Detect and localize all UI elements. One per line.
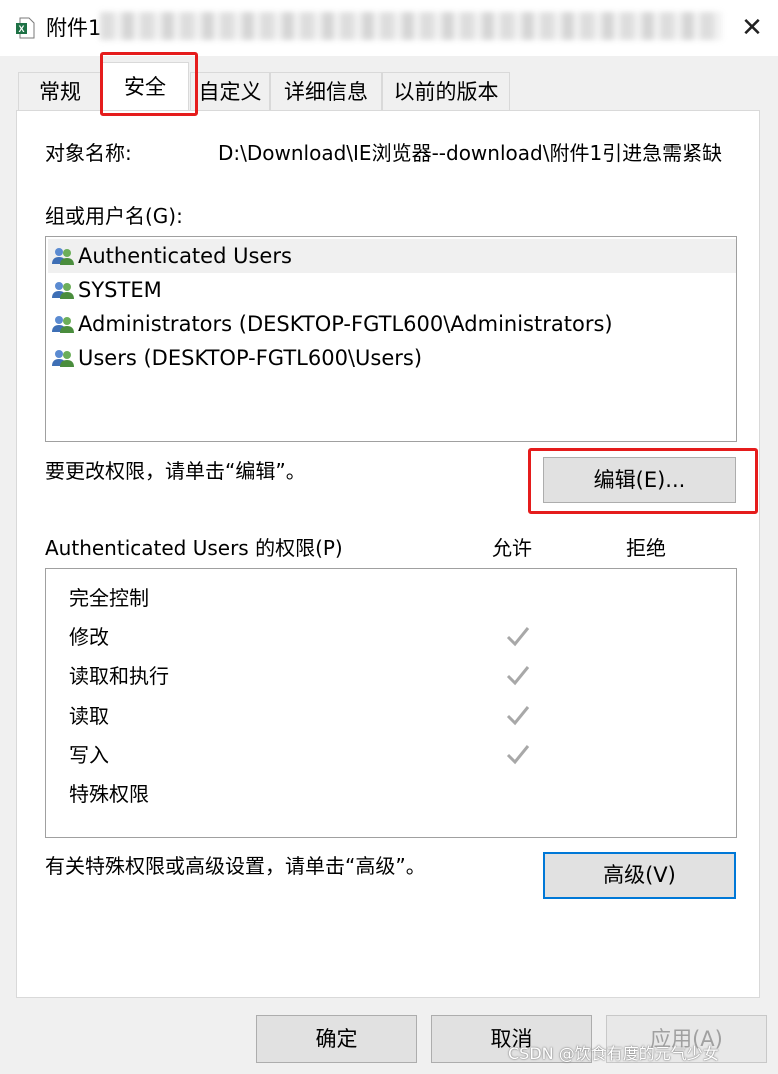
change-permissions-hint: 要更改权限，请单击“编辑”。 — [45, 459, 306, 483]
permission-name: 完全控制 — [69, 586, 149, 610]
users-icon — [52, 350, 74, 367]
allow-check-icon — [506, 666, 530, 686]
tab-general[interactable]: 常规 — [18, 72, 102, 112]
svg-text:X: X — [18, 24, 24, 34]
list-item[interactable]: Users (DESKTOP-FGTL600\Users) — [48, 341, 736, 375]
user-name: Administrators (DESKTOP-FGTL600\Administ… — [78, 312, 613, 336]
users-listbox[interactable]: Authenticated Users SYSTEM Administrator… — [45, 236, 737, 442]
permission-name: 读取 — [69, 704, 109, 728]
permissions-list: 完全控制 修改 读取和执行 读取 写入 特殊权限 — [45, 568, 737, 838]
users-icon — [52, 248, 74, 265]
permission-name: 读取和执行 — [69, 664, 169, 688]
advanced-button[interactable]: 高级(V) — [543, 852, 736, 899]
object-name-label: 对象名称: — [45, 141, 132, 165]
users-icon — [52, 316, 74, 333]
list-item[interactable]: Authenticated Users — [48, 239, 736, 273]
groups-label: 组或用户名(G): — [45, 204, 183, 228]
title-blurred-region — [100, 12, 722, 40]
permission-row: 读取 — [46, 697, 736, 735]
list-item[interactable]: SYSTEM — [48, 273, 736, 307]
window-title: 附件1 — [46, 16, 102, 40]
title-bar: X 附件1 ✕ — [0, 0, 778, 56]
close-button[interactable]: ✕ — [732, 10, 772, 46]
users-icon — [52, 282, 74, 299]
permission-row: 读取和执行 — [46, 657, 736, 695]
permission-row: 修改 — [46, 618, 736, 656]
permission-name: 写入 — [69, 743, 109, 767]
user-name: SYSTEM — [78, 278, 162, 302]
allow-check-icon — [506, 706, 530, 726]
advanced-hint: 有关特殊权限或高级设置，请单击“高级”。 — [45, 854, 426, 878]
excel-file-icon: X — [16, 17, 35, 39]
allow-column-header: 允许 — [492, 536, 532, 560]
permission-row: 完全控制 — [46, 579, 736, 617]
allow-check-icon — [506, 627, 530, 647]
permission-row: 写入 — [46, 736, 736, 774]
user-name: Users (DESKTOP-FGTL600\Users) — [78, 346, 423, 370]
user-name: Authenticated Users — [78, 244, 292, 268]
tab-custom[interactable]: 自定义 — [190, 72, 270, 112]
ok-button[interactable]: 确定 — [256, 1015, 417, 1063]
tab-previous-versions[interactable]: 以前的版本 — [382, 72, 510, 112]
permission-row: 特殊权限 — [46, 775, 736, 813]
permission-name: 特殊权限 — [69, 782, 149, 806]
watermark: CSDN @饮食有度的元气少女 — [508, 1044, 719, 1063]
tab-security[interactable]: 安全 — [101, 62, 189, 114]
object-name-value: D:\Download\IE浏览器--download\附件1引进急需紧缺 — [218, 141, 723, 165]
deny-column-header: 拒绝 — [626, 536, 666, 560]
list-item[interactable]: Administrators (DESKTOP-FGTL600\Administ… — [48, 307, 736, 341]
allow-check-icon — [506, 745, 530, 765]
tab-details[interactable]: 详细信息 — [270, 72, 382, 112]
permission-name: 修改 — [69, 625, 109, 649]
permissions-label: Authenticated Users 的权限(P) — [45, 536, 343, 560]
tab-strip: 常规 安全 自定义 详细信息 以前的版本 — [0, 56, 778, 114]
edit-button[interactable]: 编辑(E)... — [543, 457, 736, 503]
